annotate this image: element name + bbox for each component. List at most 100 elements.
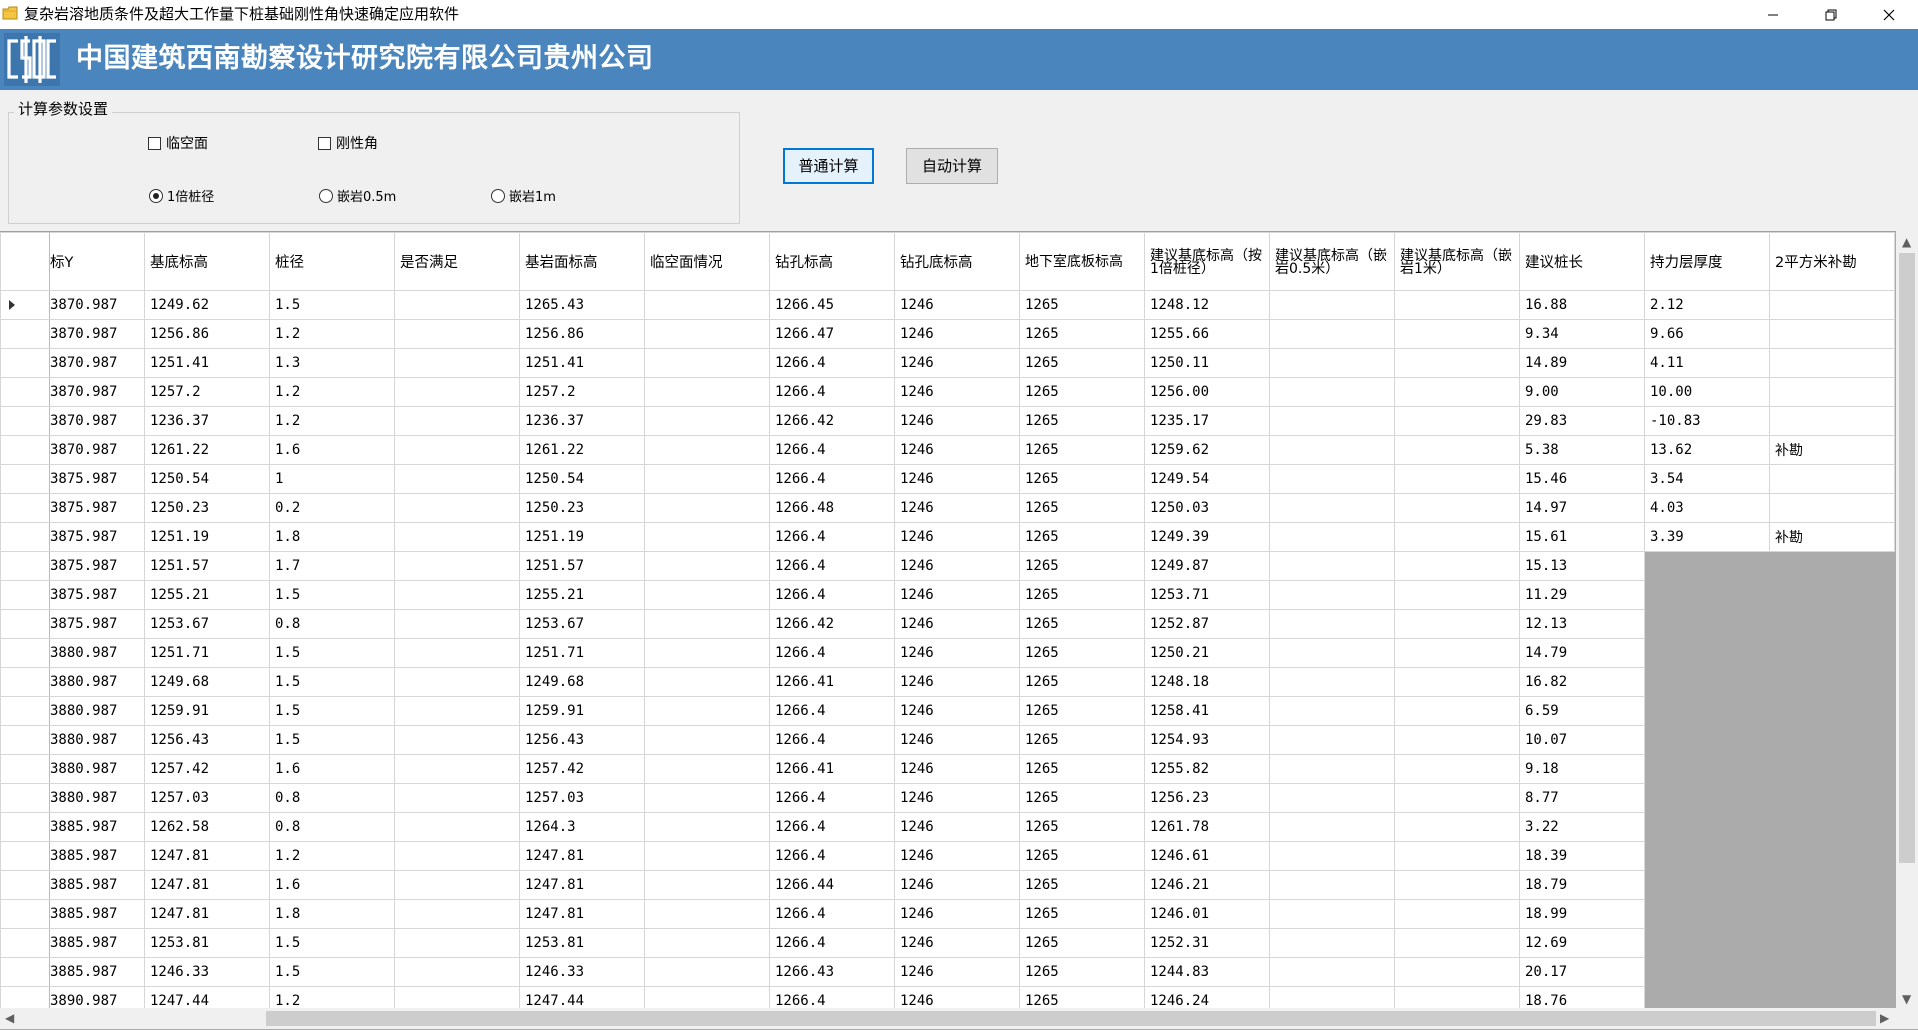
table-cell[interactable]: 1249.62 — [144, 290, 270, 320]
table-cell[interactable]: 1262.58 — [144, 812, 270, 842]
column-header[interactable]: 基岩面标高 — [519, 232, 645, 291]
table-cell[interactable]: 3875.987 — [49, 522, 145, 552]
table-cell[interactable]: 1.5 — [269, 725, 395, 755]
table-cell[interactable] — [394, 957, 520, 987]
table-cell[interactable] — [1394, 580, 1520, 610]
table-cell[interactable]: 1255.82 — [1144, 754, 1270, 784]
table-cell[interactable]: 1251.57 — [519, 551, 645, 581]
table-cell[interactable] — [644, 667, 770, 697]
table-cell[interactable]: 1.2 — [269, 377, 395, 407]
table-cell[interactable]: 1.2 — [269, 406, 395, 436]
table-cell[interactable] — [394, 522, 520, 552]
row-header[interactable] — [0, 638, 50, 668]
table-cell[interactable]: 1246 — [894, 580, 1020, 610]
table-cell[interactable]: 18.39 — [1519, 841, 1645, 871]
table-cell[interactable] — [394, 551, 520, 581]
table-row[interactable]: 3880.987 1259.91 1.5 1259.91 1266.4 1246 1265 1… — [0, 696, 1895, 726]
table-cell[interactable] — [394, 812, 520, 842]
row-header[interactable] — [0, 551, 50, 581]
table-cell[interactable]: 18.79 — [1519, 870, 1645, 900]
table-cell[interactable]: 1246 — [894, 290, 1020, 320]
table-cell[interactable]: 1266.47 — [769, 319, 895, 349]
table-cell[interactable]: 1265 — [1019, 754, 1145, 784]
table-cell[interactable]: 2.12 — [1644, 290, 1770, 320]
table-cell[interactable]: 1266.48 — [769, 493, 895, 523]
table-cell[interactable]: 1248.18 — [1144, 667, 1270, 697]
table-cell[interactable]: 1256.86 — [144, 319, 270, 349]
table-cell[interactable] — [644, 319, 770, 349]
table-cell[interactable] — [1269, 493, 1395, 523]
table-cell[interactable] — [1269, 957, 1395, 987]
table-cell[interactable] — [1269, 435, 1395, 465]
table-cell[interactable]: 6.59 — [1519, 696, 1645, 726]
table-cell[interactable] — [1394, 725, 1520, 755]
row-header[interactable] — [0, 899, 50, 929]
table-cell[interactable]: 1249.68 — [519, 667, 645, 697]
column-header[interactable]: 建议基底标高（嵌岩0.5米） — [1269, 232, 1395, 291]
table-cell[interactable]: 1259.91 — [519, 696, 645, 726]
table-cell[interactable]: 1246 — [894, 638, 1020, 668]
table-cell[interactable]: 1266.42 — [769, 609, 895, 639]
table-cell[interactable]: 1250.54 — [144, 464, 270, 494]
table-row[interactable]: 3875.987 1250.23 0.2 1250.23 1266.48 1246 1265… — [0, 493, 1895, 523]
table-cell[interactable] — [1269, 899, 1395, 929]
table-cell[interactable]: 1246 — [894, 870, 1020, 900]
table-cell[interactable] — [1394, 841, 1520, 871]
scroll-up-icon[interactable]: ▲ — [1902, 236, 1911, 248]
table-cell[interactable]: 3880.987 — [49, 725, 145, 755]
table-cell[interactable] — [394, 319, 520, 349]
table-cell[interactable]: 1249.87 — [1144, 551, 1270, 581]
free-face-checkbox[interactable]: 临空面 — [148, 133, 208, 153]
table-cell[interactable]: 10.00 — [1644, 377, 1770, 407]
table-row[interactable]: 3875.987 1253.67 0.8 1253.67 1266.42 1246 1265… — [0, 609, 1895, 639]
table-cell[interactable] — [644, 522, 770, 552]
table-cell[interactable] — [1769, 493, 1895, 523]
table-cell[interactable]: 1.8 — [269, 899, 395, 929]
table-cell[interactable]: 16.82 — [1519, 667, 1645, 697]
table-cell[interactable]: 1252.87 — [1144, 609, 1270, 639]
row-header[interactable] — [0, 696, 50, 726]
vertical-scroll-thumb[interactable] — [1899, 253, 1915, 863]
table-cell[interactable] — [1394, 348, 1520, 378]
table-cell[interactable]: 1253.67 — [144, 609, 270, 639]
table-row[interactable]: 3880.987 1251.71 1.5 1251.71 1266.4 1246 1265 1… — [0, 638, 1895, 668]
table-cell[interactable]: 1.3 — [269, 348, 395, 378]
table-cell[interactable]: 1265 — [1019, 928, 1145, 958]
radio-05m[interactable]: 嵌岩0.5m — [319, 186, 396, 205]
table-cell[interactable] — [1394, 783, 1520, 813]
table-cell[interactable]: 1266.4 — [769, 928, 895, 958]
auto-calc-button[interactable]: 自动计算 — [906, 148, 998, 184]
table-cell[interactable]: 1250.23 — [519, 493, 645, 523]
table-cell[interactable] — [1394, 696, 1520, 726]
table-cell[interactable]: 1246 — [894, 899, 1020, 929]
row-header[interactable] — [0, 435, 50, 465]
table-cell[interactable] — [644, 754, 770, 784]
table-cell[interactable]: 1265 — [1019, 406, 1145, 436]
table-cell[interactable]: 3885.987 — [49, 957, 145, 987]
table-cell[interactable] — [394, 754, 520, 784]
table-cell[interactable]: 14.89 — [1519, 348, 1645, 378]
table-cell[interactable]: 3885.987 — [49, 870, 145, 900]
table-cell[interactable]: 1266.4 — [769, 638, 895, 668]
radio-1m[interactable]: 嵌岩1m — [491, 186, 556, 205]
table-cell[interactable] — [1394, 667, 1520, 697]
table-cell[interactable] — [1394, 638, 1520, 668]
table-cell[interactable]: 1.5 — [269, 928, 395, 958]
table-cell[interactable]: 1250.54 — [519, 464, 645, 494]
row-header[interactable] — [0, 667, 50, 697]
table-cell[interactable]: 1266.4 — [769, 464, 895, 494]
table-cell[interactable] — [394, 580, 520, 610]
row-header[interactable] — [0, 928, 50, 958]
table-cell[interactable]: 13.62 — [1644, 435, 1770, 465]
table-row[interactable]: 3880.987 1257.03 0.8 1257.03 1266.4 1246 1265 1… — [0, 783, 1895, 813]
table-cell[interactable] — [1394, 957, 1520, 987]
table-cell[interactable] — [1394, 551, 1520, 581]
table-cell[interactable] — [1269, 406, 1395, 436]
row-header[interactable] — [0, 348, 50, 378]
table-cell[interactable] — [644, 435, 770, 465]
column-header[interactable]: 建议基底标高（嵌岩1米） — [1394, 232, 1520, 291]
table-cell[interactable]: 1266.4 — [769, 580, 895, 610]
table-cell[interactable]: 1265 — [1019, 783, 1145, 813]
table-cell[interactable] — [1394, 464, 1520, 494]
table-cell[interactable]: 1265 — [1019, 493, 1145, 523]
